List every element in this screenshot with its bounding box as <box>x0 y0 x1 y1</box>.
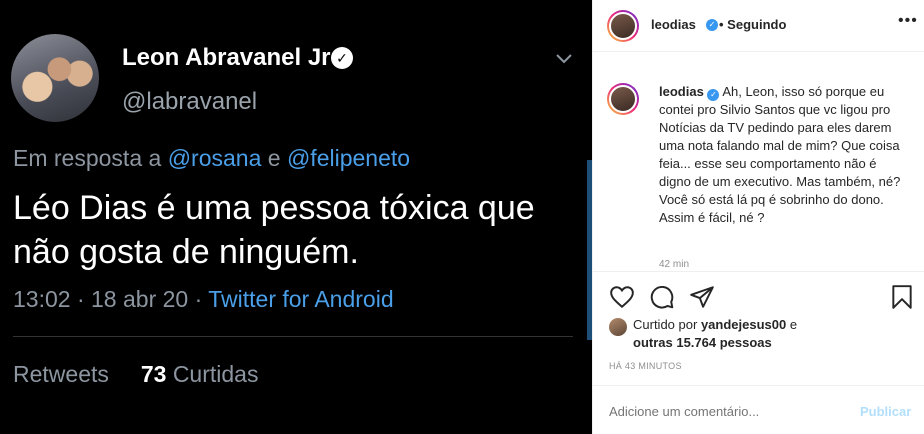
header-avatar[interactable] <box>607 10 639 42</box>
tweet-author-handle: @labravanel <box>122 88 258 115</box>
post-header: leodias ✓ • Seguindo ••• <box>593 0 924 52</box>
publish-button[interactable]: Publicar <box>860 404 911 419</box>
reply-mention-rosana: @rosana <box>167 145 262 171</box>
more-icon[interactable]: ••• <box>898 12 918 30</box>
tweet-image: Leon Abravanel Jr ✓ @labravanel Em respo… <box>0 0 592 434</box>
following-button[interactable]: • Seguindo <box>719 17 786 32</box>
tweet-stats: Retweets 73 Curtidas <box>13 361 258 388</box>
tweet-author-avatar <box>11 34 99 122</box>
tweet-meta: 13:02 · 18 abr 20 · Twitter for Android <box>13 286 394 312</box>
following-label: Seguindo <box>727 17 787 32</box>
tweet-source: Twitter for Android <box>208 286 394 312</box>
add-comment-bar: Publicar <box>593 385 924 434</box>
header-username[interactable]: leodias <box>651 17 696 32</box>
tweet-divider <box>13 336 573 337</box>
reply-mention-felipeneto: @felipeneto <box>286 145 411 171</box>
heart-icon[interactable] <box>609 284 635 310</box>
reply-prefix: Em resposta a <box>13 145 162 171</box>
liker-avatar <box>609 318 627 336</box>
tweet-text: Léo Dias é uma pessoa tóxica que não gos… <box>13 189 535 271</box>
comments-area[interactable]: leodias ✓ Ah, Leon, isso só porque eu co… <box>593 53 924 270</box>
tweet-author-name: Leon Abravanel Jr <box>122 44 331 71</box>
reply-and: e <box>267 145 281 171</box>
retweets-label: Retweets <box>13 361 109 387</box>
likes-label: Curtidas <box>172 361 259 387</box>
liked-user[interactable]: yandejesus00 <box>701 317 786 332</box>
post-caption: leodias ✓ Ah, Leon, isso só porque eu co… <box>659 83 909 227</box>
verified-icon: ✓ <box>706 19 718 31</box>
caption-text: Ah, Leon, isso só porque eu contei pro S… <box>659 84 901 225</box>
share-icon[interactable] <box>689 284 715 310</box>
tweet-time: 13:02 <box>13 286 71 312</box>
caption-time: 42 min <box>659 259 690 270</box>
tweet-date: 18 abr 20 <box>91 286 189 312</box>
caption-username[interactable]: leodias <box>659 84 704 99</box>
comment-input[interactable] <box>609 404 839 419</box>
liked-and: e <box>789 317 798 332</box>
instagram-panel: leodias ✓ • Seguindo ••• leodias ✓ Ah, L… <box>592 0 924 434</box>
caption-avatar[interactable] <box>607 83 639 115</box>
liked-prefix: Curtido por <box>633 317 698 332</box>
verified-icon: ✓ <box>331 47 353 69</box>
chevron-down-icon <box>556 54 572 64</box>
tweet-reply-context: Em resposta a @rosana e @felipeneto <box>13 145 410 172</box>
bookmark-icon[interactable] <box>889 284 915 310</box>
liked-others[interactable]: outras 15.764 pessoas <box>633 335 772 350</box>
verified-icon: ✓ <box>707 89 720 101</box>
post-timestamp[interactable]: HÁ 43 MINUTOS <box>609 361 682 371</box>
comment-icon[interactable] <box>649 284 675 310</box>
action-bar <box>593 271 924 319</box>
likes-count: 73 <box>140 361 167 387</box>
